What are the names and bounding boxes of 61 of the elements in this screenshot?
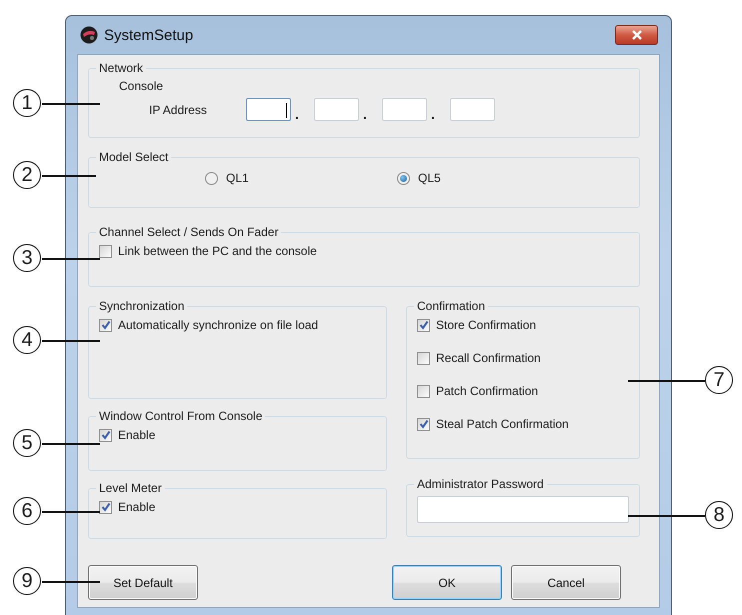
- checkbox[interactable]: [99, 244, 112, 258]
- checkbox[interactable]: [417, 384, 430, 398]
- checkbox[interactable]: [99, 500, 112, 514]
- checkbox[interactable]: [417, 352, 430, 364]
- group-label: Synchronization: [98, 299, 186, 313]
- callout-number: 5: [13, 429, 41, 457]
- checkbox[interactable]: [417, 418, 430, 430]
- checkbox-label[interactable]: Recall Confirmation: [436, 351, 541, 365]
- leader-line: [42, 340, 100, 342]
- group-label: Confirmation: [416, 299, 486, 313]
- ip-octet-field[interactable]: [246, 98, 291, 121]
- radio-label[interactable]: QL1: [226, 171, 249, 185]
- ip-separator: .: [294, 107, 300, 121]
- dialog-button[interactable]: Cancel: [511, 565, 621, 600]
- console-label: Console: [119, 79, 164, 93]
- group-label: Network: [98, 61, 144, 75]
- leader-line: [42, 258, 100, 260]
- checkbox[interactable]: [99, 318, 112, 332]
- app-icon: [80, 26, 98, 44]
- ip-separator: .: [430, 107, 436, 121]
- ip-octet-field[interactable]: [382, 98, 427, 121]
- checkbox-label[interactable]: Automatically synchronize on file load: [118, 318, 318, 332]
- group-label: Model Select: [98, 150, 170, 164]
- dialog-button[interactable]: OK: [392, 565, 502, 600]
- close-button[interactable]: [615, 25, 658, 45]
- checkbox-label[interactable]: Link between the PC and the console: [118, 244, 317, 258]
- leader-line: [42, 443, 100, 444]
- callout-number: 1: [13, 89, 41, 117]
- callout-number: 9: [13, 567, 41, 595]
- leader-line: [42, 103, 100, 104]
- checkbox-label[interactable]: Patch Confirmation: [436, 384, 538, 398]
- ip-octet-field[interactable]: [450, 98, 495, 121]
- group-label: Channel Select / Sends On Fader: [98, 225, 280, 239]
- radio-label[interactable]: QL5: [418, 171, 441, 185]
- leader-line: [42, 511, 100, 512]
- checkbox-label[interactable]: Steal Patch Confirmation: [436, 417, 569, 431]
- password-field[interactable]: [417, 496, 629, 523]
- callout-number: 2: [13, 161, 41, 189]
- close-icon: [630, 30, 642, 40]
- group-label: Window Control From Console: [98, 409, 264, 423]
- callout-number: 7: [705, 366, 733, 394]
- ip-octet-field[interactable]: [314, 98, 359, 121]
- ip-address-label: IP Address: [149, 102, 208, 116]
- checkbox[interactable]: [99, 428, 112, 442]
- window-title: SystemSetup: [104, 26, 194, 44]
- checkbox[interactable]: [417, 318, 430, 332]
- checkbox-label[interactable]: Store Confirmation: [436, 318, 536, 332]
- group-label: Administrator Password: [416, 477, 545, 491]
- radio-button[interactable]: [205, 172, 218, 184]
- callout-number: 4: [13, 326, 41, 354]
- callout-number: 6: [13, 497, 41, 525]
- callout-number: 8: [705, 501, 733, 529]
- callout-number: 3: [13, 244, 41, 272]
- radio-button[interactable]: [397, 172, 410, 184]
- checkbox-label[interactable]: Enable: [118, 428, 156, 442]
- dialog-button[interactable]: Set Default: [88, 565, 198, 600]
- leader-line: [42, 581, 100, 582]
- leader-line: [42, 175, 96, 176]
- group-label: Level Meter: [98, 481, 163, 495]
- checkbox-label[interactable]: Enable: [118, 500, 156, 514]
- ip-separator: .: [362, 107, 368, 121]
